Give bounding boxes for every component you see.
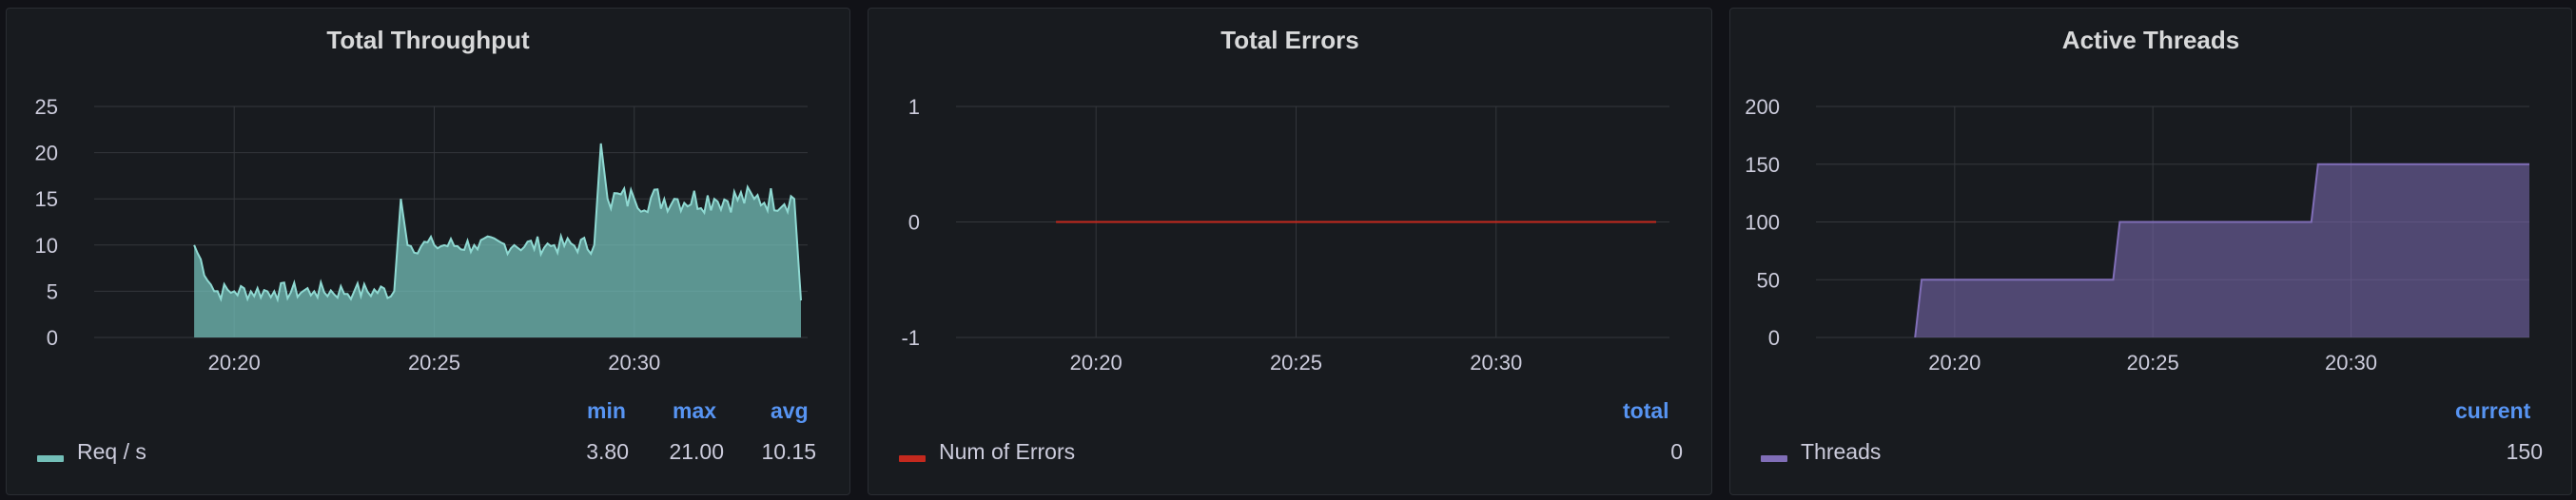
y-tick-label: 200	[1745, 95, 1780, 119]
y-tick-label: -1	[901, 326, 920, 350]
y-tick-label: 25	[35, 95, 58, 119]
legend-swatch[interactable]	[37, 455, 64, 462]
panel-total-errors[interactable]: Total Errors -1 0 1 20:20 20:25 20:30 total N…	[868, 8, 1712, 495]
legend-series-name[interactable]: Threads	[1801, 439, 1881, 465]
legend-series-name[interactable]: Req / s	[77, 439, 146, 465]
y-tick-label: 100	[1745, 211, 1780, 235]
x-tick-label: 20:30	[1470, 351, 1522, 375]
y-tick-label: 0	[908, 211, 920, 235]
x-tick-label: 20:30	[2325, 351, 2377, 375]
chart-area: 0 50 100 150 200 20:20 20:25 20:30	[1745, 95, 2529, 375]
y-tick-label: 20	[35, 142, 58, 165]
legend-header-min[interactable]: min	[587, 398, 626, 424]
x-tick-label: 20:25	[1270, 351, 1322, 375]
legend-min-value: 3.80	[586, 439, 629, 464]
y-tick-label: 1	[908, 95, 920, 119]
legend-header-current[interactable]: current	[2455, 398, 2530, 424]
legend-avg-value: 10.15	[761, 439, 816, 464]
legend-swatch[interactable]	[899, 455, 926, 462]
y-tick-label: 0	[47, 326, 58, 350]
x-tick-label: 20:20	[1070, 351, 1122, 375]
x-tick-label: 20:25	[2127, 351, 2179, 375]
panel-total-throughput[interactable]: Total Throughput 0 5 10 15 20 25 20:20 20:25 20:…	[6, 8, 850, 495]
chart-area: 0 5 10 15 20 25 20:20 20:25 20:30	[35, 95, 808, 375]
legend-max-value: 21.00	[669, 439, 724, 464]
y-tick-label: 15	[35, 187, 58, 211]
y-tick-label: 0	[1768, 326, 1780, 350]
legend-swatch[interactable]	[1761, 455, 1787, 462]
series-area	[1915, 163, 2529, 337]
y-tick-label: 5	[47, 279, 58, 303]
x-tick-label: 20:30	[608, 351, 660, 375]
y-tick-label: 150	[1745, 153, 1780, 177]
legend-series-name[interactable]: Num of Errors	[939, 439, 1075, 465]
x-tick-label: 20:20	[1928, 351, 1981, 375]
legend-header-total[interactable]: total	[1623, 398, 1669, 424]
chart-area: -1 0 1 20:20 20:25 20:30	[901, 95, 1669, 375]
legend-header-avg[interactable]: avg	[771, 398, 809, 424]
panel-active-threads[interactable]: Active Threads 0 50 100 150 200 20:20 20:25 20:…	[1729, 8, 2572, 495]
y-tick-label: 10	[35, 234, 58, 258]
y-tick-label: 50	[1757, 268, 1780, 292]
legend-header-max[interactable]: max	[673, 398, 716, 424]
legend-current-value: 150	[2506, 439, 2543, 464]
x-tick-label: 20:25	[408, 351, 460, 375]
x-tick-label: 20:20	[208, 351, 261, 375]
legend-total-value: 0	[1670, 439, 1683, 464]
